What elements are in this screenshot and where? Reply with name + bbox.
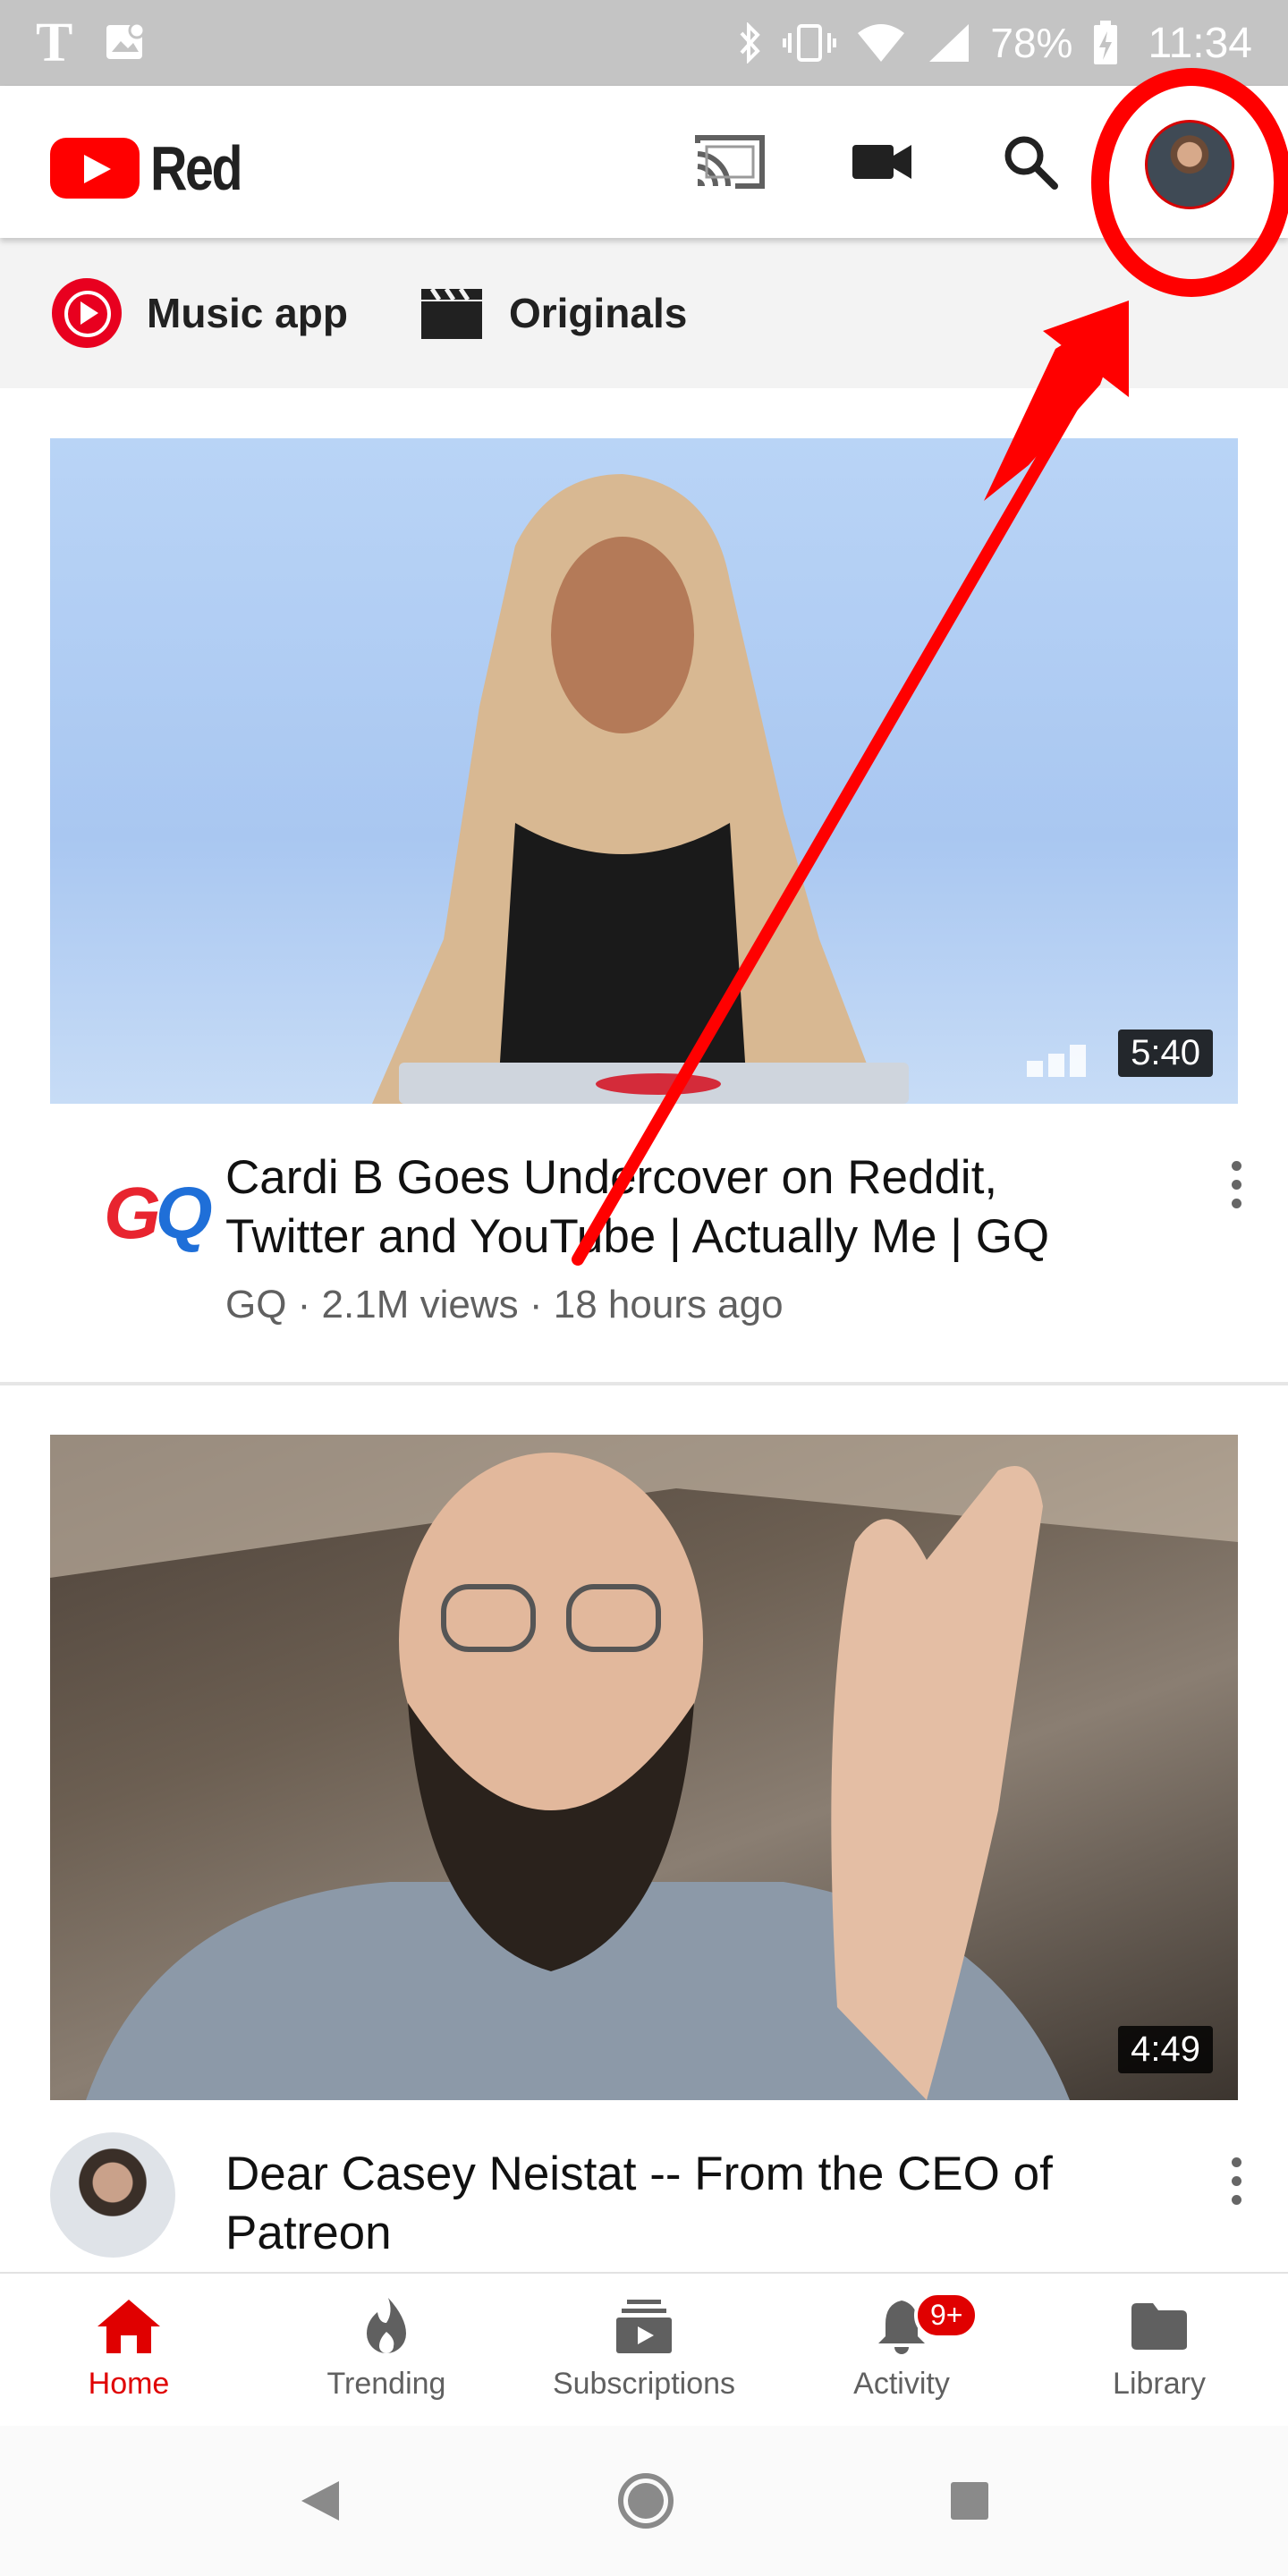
signal-icon [929, 24, 970, 62]
video-thumbnail-2[interactable]: 4:49 [50, 1435, 1238, 2100]
tab-activity[interactable]: 9+ Activity [773, 2274, 1030, 2426]
system-navigation-bar [0, 2426, 1288, 2576]
battery-charging-icon [1094, 21, 1118, 64]
wifi-icon [858, 24, 905, 62]
tab-subscriptions[interactable]: Subscriptions [515, 2274, 773, 2426]
music-app-icon [52, 278, 122, 348]
tab-label: Trending [326, 2367, 446, 2401]
home-icon [93, 2295, 165, 2358]
channel-avatar[interactable] [50, 2132, 175, 2258]
youtube-play-icon [50, 138, 140, 199]
cast-icon[interactable] [694, 131, 766, 193]
tab-label: Activity [853, 2367, 950, 2401]
video-thumbnail-1[interactable]: 5:40 [50, 438, 1238, 1104]
video-title[interactable]: Dear Casey Neistat -- From the CEO of Pa… [225, 2145, 1165, 2263]
shortcut-chips: Music app Originals [0, 238, 1288, 388]
tab-label: Library [1113, 2367, 1206, 2401]
tab-label: Home [88, 2367, 170, 2401]
tab-trending[interactable]: Trending [258, 2274, 515, 2426]
bottom-navigation: Home Trending Subscriptions 9+ Activity [0, 2272, 1288, 2426]
youtube-home-screen: T 78% 11:34 Red Music app Originals 5:40… [0, 0, 1288, 2576]
account-avatar[interactable] [1145, 120, 1234, 209]
tab-library[interactable]: Library [1030, 2274, 1288, 2426]
clapperboard-icon [420, 287, 482, 339]
video-title[interactable]: Cardi B Goes Undercover on Reddit, Twitt… [225, 1148, 1165, 1267]
channel-avatar-gq[interactable]: GQ [50, 1136, 213, 1261]
chip-originals[interactable]: Originals [419, 285, 687, 341]
app-header: Red [0, 86, 1288, 238]
bluetooth-icon [740, 22, 761, 64]
subscriptions-icon [608, 2295, 680, 2358]
home-button-icon[interactable] [616, 2471, 675, 2530]
video-subtitle: GQ · 2.1M views · 18 hours ago [225, 1283, 784, 1326]
recents-icon[interactable] [949, 2480, 990, 2521]
gq-logo: GQ [104, 1173, 213, 1254]
video-camera-icon[interactable] [846, 131, 918, 193]
vibrate-icon [783, 24, 837, 62]
youtube-red-logo[interactable]: Red [50, 132, 260, 204]
chip-music-app[interactable]: Music app [52, 278, 348, 348]
gallery-icon [106, 21, 146, 59]
thumbnail-image [372, 474, 909, 1104]
brand-label: Red [150, 133, 243, 203]
notification-badge: 9+ [914, 2292, 979, 2339]
tab-home[interactable]: Home [0, 2274, 258, 2426]
more-options-icon[interactable] [1225, 1161, 1247, 1208]
battery-percent: 78% [990, 20, 1073, 66]
thumbnail-image [50, 1435, 1238, 2100]
status-bar: T 78% 11:34 [0, 0, 1288, 86]
back-icon[interactable] [298, 2478, 343, 2524]
tab-label: Subscriptions [552, 2367, 736, 2401]
t-mobile-icon: T [36, 12, 73, 73]
search-icon[interactable] [995, 131, 1066, 193]
clock: 11:34 [1148, 19, 1252, 67]
more-options-icon[interactable] [1225, 2157, 1247, 2205]
video-duration: 5:40 [1118, 1030, 1213, 1077]
chip-label: Originals [508, 290, 688, 336]
folder-icon [1123, 2295, 1195, 2358]
chip-label: Music app [147, 290, 348, 336]
flame-icon [351, 2295, 422, 2358]
divider [0, 1382, 1288, 1385]
video-duration: 4:49 [1118, 2026, 1213, 2073]
signal-bars-overlay [1027, 1045, 1086, 1077]
